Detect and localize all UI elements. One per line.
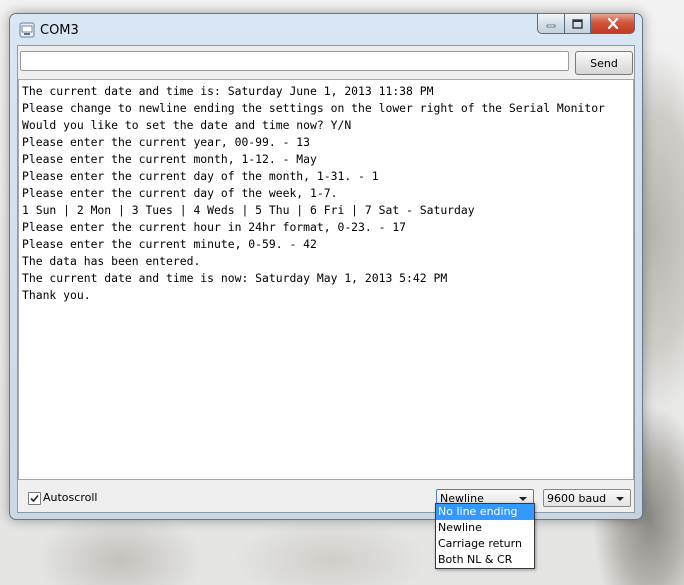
output-line: Would you like to set the date and time …: [22, 118, 352, 132]
autoscroll-checkbox[interactable]: [28, 492, 41, 505]
checkmark-icon: [30, 494, 39, 503]
dropdown-option-newline[interactable]: Newline: [436, 520, 534, 536]
serial-output[interactable]: The current date and time is: Saturday J…: [18, 79, 634, 480]
dropdown-option-carriage-return[interactable]: Carriage return: [436, 536, 534, 552]
serial-monitor-client: Send The current date and time is: Satur…: [17, 45, 635, 513]
output-line: Please enter the current day of the mont…: [22, 169, 379, 183]
output-line: Please enter the current year, 00-99. - …: [22, 135, 311, 149]
output-line: Please enter the current month, 1-12. - …: [22, 152, 317, 166]
output-line: Please enter the current day of the week…: [22, 186, 338, 200]
output-line: The current date and time is now: Saturd…: [22, 271, 448, 285]
baud-rate-value: 9600 baud: [547, 492, 607, 505]
bottom-bar: Autoscroll Newline 9600 baud: [18, 479, 634, 512]
chevron-down-icon: [519, 497, 527, 501]
autoscroll-label: Autoscroll: [43, 491, 98, 504]
line-ending-dropdown: No line ending Newline Carriage return B…: [435, 503, 535, 569]
output-line: Please change to newline ending the sett…: [22, 101, 605, 115]
output-line: Please enter the current minute, 0-59. -…: [22, 237, 317, 251]
dropdown-option-both-nl-cr[interactable]: Both NL & CR: [436, 552, 534, 568]
minimize-button[interactable]: [537, 14, 565, 34]
window-title: COM3: [40, 23, 79, 38]
send-input[interactable]: [20, 51, 569, 71]
serial-monitor-window: COM3 Send The current date and time is: …: [9, 13, 643, 520]
output-line: 1 Sun | 2 Mon | 3 Tues | 4 Weds | 5 Thu …: [22, 203, 475, 217]
output-line: Please enter the current hour in 24hr fo…: [22, 220, 407, 234]
baud-rate-select[interactable]: 9600 baud: [543, 489, 631, 507]
send-button[interactable]: Send: [575, 51, 633, 75]
output-line: Thank you.: [22, 288, 91, 302]
close-icon: [607, 18, 618, 29]
close-button[interactable]: [591, 14, 635, 34]
arduino-serial-icon: [19, 22, 35, 38]
dropdown-option-no-line-ending[interactable]: No line ending: [436, 504, 534, 520]
minimize-icon: [546, 24, 556, 27]
maximize-button[interactable]: [565, 14, 591, 34]
maximize-icon: [572, 18, 583, 29]
output-line: The data has been entered.: [22, 254, 201, 268]
output-lines: The current date and time is: Saturday J…: [22, 83, 605, 304]
output-line: The current date and time is: Saturday J…: [22, 84, 434, 98]
caption-buttons: [537, 14, 635, 34]
chevron-down-icon: [616, 497, 624, 501]
